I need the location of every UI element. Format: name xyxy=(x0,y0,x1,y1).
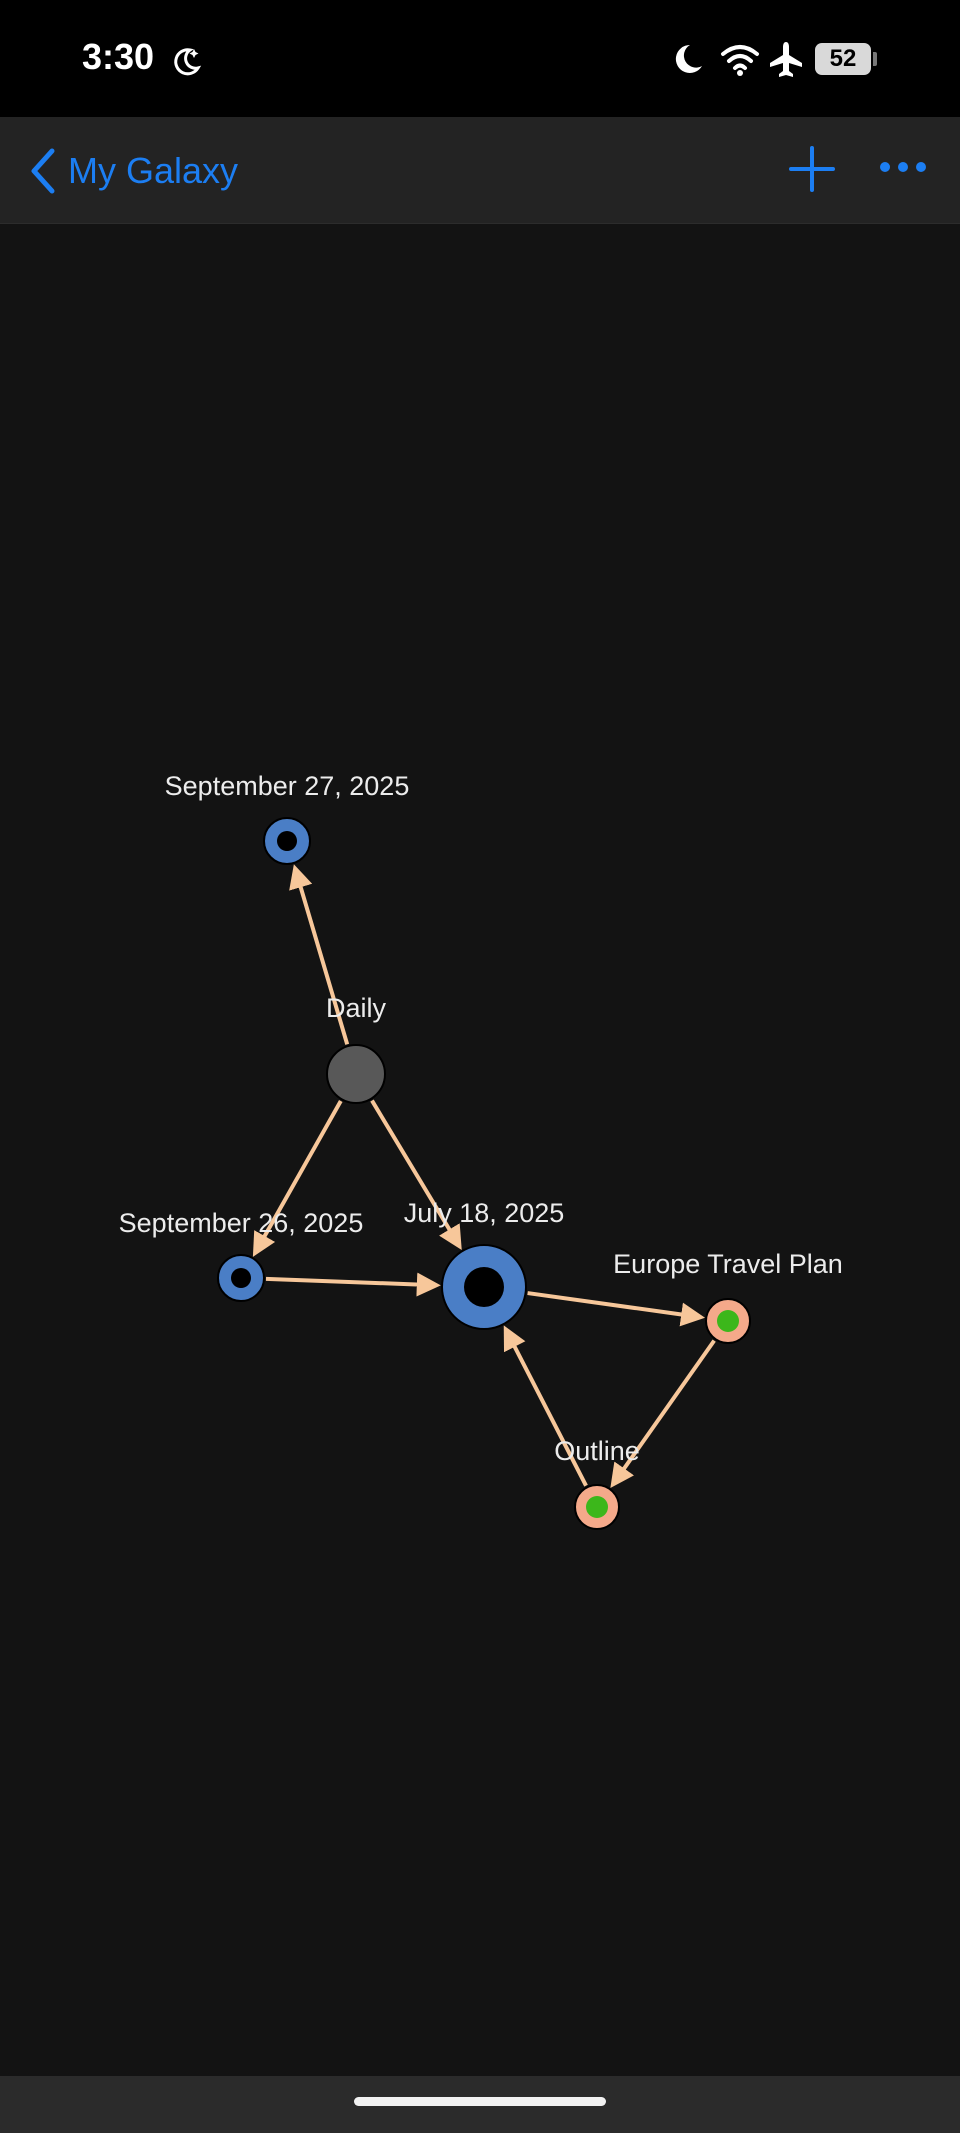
chevron-left-icon xyxy=(31,148,55,194)
plus-icon[interactable] xyxy=(788,145,836,193)
node-label-outline: Outline xyxy=(554,1436,640,1466)
wifi-icon xyxy=(721,45,759,76)
moon-icon xyxy=(675,44,702,73)
node-sep26[interactable] xyxy=(217,1254,265,1302)
more-icon[interactable] xyxy=(878,157,928,177)
moon-stars-icon xyxy=(174,48,202,76)
node-jul18[interactable] xyxy=(441,1244,527,1330)
back-label: My Galaxy xyxy=(68,150,239,191)
node-label-sep26: September 26, 2025 xyxy=(119,1208,364,1238)
status-time: 3:30 xyxy=(82,36,155,77)
airplane-icon xyxy=(770,42,802,77)
back-button[interactable]: My Galaxy xyxy=(28,143,238,199)
graph-canvas[interactable]: September 27, 2025 Daily September 26, 202… xyxy=(0,224,960,2076)
node-daily[interactable] xyxy=(326,1044,386,1104)
battery-icon: 52 xyxy=(815,43,871,75)
home-indicator[interactable] xyxy=(354,2097,606,2106)
battery-nub xyxy=(873,52,877,66)
node-label-daily: Daily xyxy=(326,993,387,1023)
node-europe[interactable] xyxy=(705,1298,751,1344)
node-sep27[interactable] xyxy=(263,817,311,865)
edge-sep26-to-jul18 xyxy=(265,1272,441,1297)
graph-view[interactable]: September 27, 2025 Daily September 26, 202… xyxy=(0,224,960,2076)
status-bar: 3:30 52 xyxy=(0,0,960,117)
navigation-bar: My Galaxy xyxy=(0,117,960,224)
node-label-jul18: July 18, 2025 xyxy=(404,1198,565,1228)
node-outline[interactable] xyxy=(574,1484,620,1530)
node-label-sep27: September 27, 2025 xyxy=(165,771,410,801)
edge-jul18-to-europe xyxy=(527,1291,706,1327)
node-label-europe: Europe Travel Plan xyxy=(613,1249,843,1279)
